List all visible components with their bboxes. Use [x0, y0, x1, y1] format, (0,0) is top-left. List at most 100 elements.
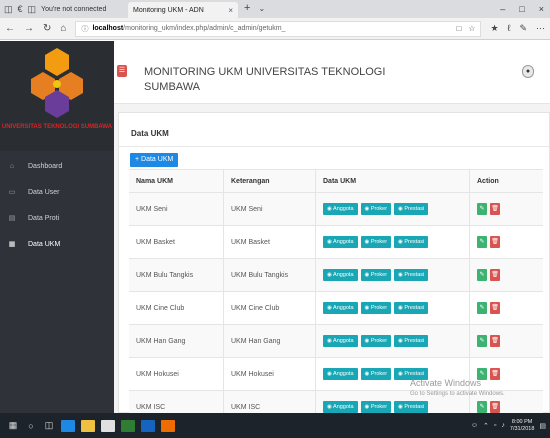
- add-ukm-button[interactable]: + Data UKM: [130, 153, 179, 167]
- cell-action: ✎ 🗑: [469, 259, 543, 291]
- forward-icon[interactable]: →: [24, 23, 34, 34]
- column-header-nama: Nama UKM: [136, 177, 173, 185]
- proker-button[interactable]: ◉ Proker: [360, 302, 392, 314]
- sidebar: UNIVERSITAS TEKNOLOGI SUMBAWA ⌂ Dashboar…: [0, 41, 114, 413]
- edit-icon[interactable]: ✎: [477, 269, 487, 281]
- proker-button[interactable]: ◉ Proker: [360, 368, 392, 380]
- reading-view-icon[interactable]: □: [456, 24, 461, 33]
- user-avatar-icon[interactable]: ●: [522, 65, 534, 78]
- tray-chevron-icon[interactable]: ⌃: [483, 422, 489, 430]
- list-icon: ▤: [8, 215, 16, 222]
- sidebar-item-label: Dashboard: [28, 162, 63, 170]
- close-tab-icon[interactable]: ×: [228, 6, 233, 15]
- start-windows-icon[interactable]: ▦: [4, 413, 22, 438]
- sidebar-item-data-proti[interactable]: ▤ Data Proti: [0, 205, 114, 231]
- network-icon[interactable]: ▫: [494, 422, 496, 429]
- people-icon[interactable]: ☺: [471, 422, 478, 429]
- more-icon[interactable]: ⋯: [536, 23, 545, 34]
- cell-data-ukm: ◉ Anggota ◉ Proker ◉ Prestasi: [315, 325, 469, 357]
- anggota-button[interactable]: ◉ Anggota: [323, 236, 358, 248]
- favorite-star-icon[interactable]: ☆: [468, 24, 475, 33]
- maximize-icon[interactable]: □: [519, 4, 524, 14]
- table-header-row: Nama UKM Keterangan Data UKM Action: [129, 169, 543, 193]
- edit-icon[interactable]: ✎: [477, 203, 487, 215]
- cell-keterangan: UKM Bulu Tangkis: [223, 259, 315, 291]
- anggota-button[interactable]: ◉ Anggota: [323, 401, 358, 413]
- data-ukm-panel: Data UKM + Data UKM Nama UKM Keterangan …: [118, 112, 550, 424]
- cell-data-ukm: ◉ Anggota ◉ Proker ◉ Prestasi: [315, 259, 469, 291]
- delete-icon[interactable]: 🗑: [490, 335, 500, 347]
- excel-icon[interactable]: [121, 419, 135, 432]
- anggota-button[interactable]: ◉ Anggota: [323, 335, 358, 347]
- home-icon[interactable]: ⌂: [60, 23, 66, 34]
- prestasi-button[interactable]: ◉ Prestasi: [394, 335, 429, 347]
- cell-keterangan: UKM Hokusei: [223, 358, 315, 390]
- share-icon[interactable]: ✎: [519, 23, 527, 34]
- cell-nama: UKM Han Gang: [136, 337, 186, 345]
- edit-icon[interactable]: ✎: [477, 335, 487, 347]
- delete-icon[interactable]: 🗑: [490, 203, 500, 215]
- anggota-button[interactable]: ◉ Anggota: [323, 203, 358, 215]
- browser-tab[interactable]: Monitoring UKM - ADN ×: [128, 2, 238, 18]
- new-tab-icon[interactable]: +: [244, 0, 250, 18]
- task-view-icon[interactable]: ◫: [40, 413, 58, 438]
- monitor-icon: ▭: [8, 189, 16, 196]
- activation-watermark: Activate Windows Go to Settings to activ…: [410, 378, 505, 400]
- xampp-icon[interactable]: [161, 419, 175, 432]
- file-explorer-icon[interactable]: [81, 419, 95, 432]
- delete-icon[interactable]: 🗑: [490, 269, 500, 281]
- anggota-button[interactable]: ◉ Anggota: [323, 302, 358, 314]
- back-tabs-icon[interactable]: €: [18, 4, 23, 14]
- favorites-icon[interactable]: ★: [490, 23, 498, 34]
- delete-icon[interactable]: 🗑: [490, 302, 500, 314]
- address-bar-row: ← → ↻ ⌂ ⓘ localhost/monitoring_ukm/index…: [0, 18, 550, 40]
- sidebar-item-data-ukm[interactable]: ▦ Data UKM: [0, 231, 114, 257]
- delete-icon[interactable]: 🗑: [490, 236, 500, 248]
- prestasi-button[interactable]: ◉ Prestasi: [394, 269, 429, 281]
- anggota-button[interactable]: ◉ Anggota: [323, 269, 358, 281]
- cell-nama: UKM Bulu Tangkis: [136, 271, 194, 279]
- edit-icon[interactable]: ✎: [477, 236, 487, 248]
- close-window-icon[interactable]: ×: [539, 4, 544, 14]
- cell-nama: UKM Hokusei: [136, 370, 179, 378]
- cell-nama: UKM Cine Club: [136, 304, 185, 312]
- table-row: UKM Bulu Tangkis UKM Bulu Tangkis ◉ Angg…: [129, 259, 543, 292]
- reading-list-icon[interactable]: ℓ: [508, 23, 511, 34]
- prestasi-button[interactable]: ◉ Prestasi: [394, 203, 429, 215]
- sidebar-item-dashboard[interactable]: ⌂ Dashboard: [0, 153, 114, 179]
- notifications-icon[interactable]: ▤: [539, 422, 546, 430]
- refresh-icon[interactable]: ↻: [43, 23, 51, 34]
- anggota-button[interactable]: ◉ Anggota: [323, 368, 358, 380]
- edit-icon[interactable]: ✎: [477, 401, 487, 413]
- word-icon[interactable]: [141, 419, 155, 432]
- prestasi-button[interactable]: ◉ Prestasi: [394, 302, 429, 314]
- clock[interactable]: 8:00 PM 7/31/2018: [510, 419, 534, 433]
- chevron-down-icon[interactable]: ⌄: [258, 0, 265, 18]
- tab-manager-icon[interactable]: ◫: [4, 4, 13, 15]
- proker-button[interactable]: ◉ Proker: [360, 401, 392, 413]
- prestasi-button[interactable]: ◉ Prestasi: [394, 236, 429, 248]
- proker-button[interactable]: ◉ Proker: [360, 335, 392, 347]
- back-icon[interactable]: ←: [5, 23, 15, 34]
- edge-browser-icon[interactable]: [61, 419, 75, 432]
- university-logo: [31, 48, 83, 118]
- watermark-subtitle: Go to Settings to activate Windows.: [410, 391, 505, 397]
- minimize-icon[interactable]: –: [500, 4, 505, 14]
- address-input[interactable]: ⓘ localhost/monitoring_ukm/index.php/adm…: [75, 20, 482, 37]
- edit-icon[interactable]: ✎: [477, 302, 487, 314]
- url-host: localhost: [92, 25, 124, 32]
- sidebar-item-data-user[interactable]: ▭ Data User: [0, 179, 114, 205]
- proker-button[interactable]: ◉ Proker: [360, 236, 392, 248]
- prestasi-button[interactable]: ◉ Prestasi: [394, 401, 429, 413]
- proker-button[interactable]: ◉ Proker: [360, 203, 392, 215]
- tab-title: Monitoring UKM - ADN: [133, 6, 204, 14]
- store-icon[interactable]: [101, 419, 115, 432]
- delete-icon[interactable]: 🗑: [490, 401, 500, 413]
- search-icon[interactable]: ○: [22, 413, 40, 438]
- sidebar-toggle-button[interactable]: ☰: [117, 65, 127, 77]
- volume-icon[interactable]: ♪: [501, 422, 505, 429]
- tab-strip-left: ◫ € ◫ You're not connected: [0, 0, 128, 18]
- security-warning: You're not connected: [41, 5, 107, 13]
- proker-button[interactable]: ◉ Proker: [360, 269, 392, 281]
- page-icon: ◫: [27, 3, 37, 14]
